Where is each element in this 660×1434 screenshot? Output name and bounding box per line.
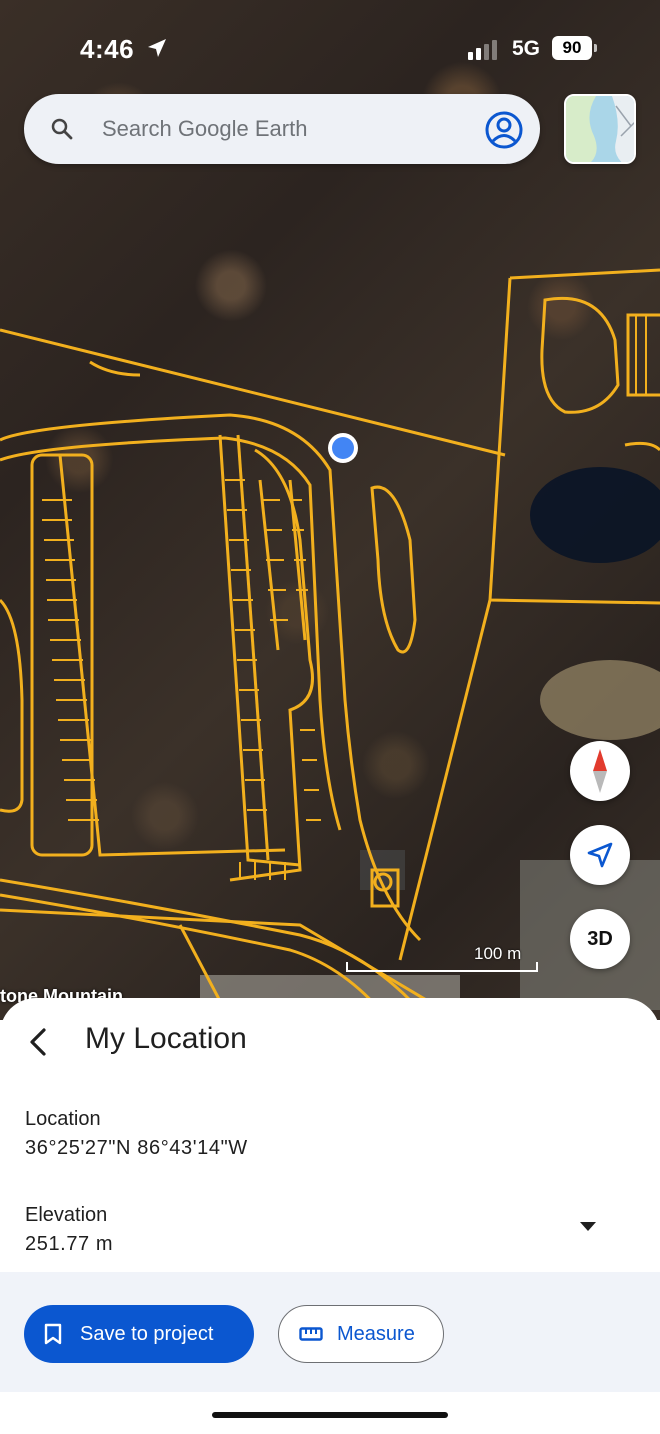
search-bar[interactable]	[24, 94, 540, 164]
map-thumbnail-icon	[566, 96, 634, 162]
map-layers-button[interactable]	[564, 94, 636, 164]
battery-icon: 90	[552, 36, 592, 60]
compass-icon	[593, 749, 607, 793]
ruler-icon	[299, 1327, 323, 1341]
sheet-title: My Location	[85, 1022, 247, 1055]
measure-button[interactable]: Measure	[278, 1305, 444, 1363]
elevation-value: 251.77 m	[25, 1233, 114, 1255]
location-sheet: My Location Location 36°25'27"N 86°43'14…	[0, 998, 660, 1434]
measure-label: Measure	[337, 1322, 415, 1345]
compass-button[interactable]	[570, 741, 630, 801]
toggle-3d-button[interactable]: 3D	[570, 909, 630, 969]
status-time: 4:46	[80, 34, 135, 64]
location-value: 36°25'27"N 86°43'14"W	[25, 1137, 248, 1159]
account-circle-icon[interactable]	[484, 110, 524, 150]
search-input[interactable]	[102, 108, 472, 150]
network-type: 5G	[512, 37, 541, 60]
caret-down-icon[interactable]	[578, 1220, 598, 1232]
signal-icon	[468, 40, 497, 60]
chevron-left-icon	[30, 1028, 46, 1056]
battery-tip	[594, 44, 597, 52]
scale-bar	[346, 962, 538, 972]
status-bar: 4:46 5G 90	[0, 0, 660, 90]
back-button[interactable]	[18, 1022, 58, 1062]
home-indicator[interactable]	[212, 1412, 448, 1418]
save-to-project-label: Save to project	[80, 1322, 214, 1345]
elevation-label: Elevation	[25, 1204, 108, 1226]
my-location-button[interactable]	[570, 825, 630, 885]
search-icon[interactable]	[50, 117, 74, 141]
bookmark-icon	[44, 1323, 62, 1345]
scale-label: 100 m	[474, 944, 522, 963]
navigation-arrow-icon	[587, 842, 613, 868]
save-to-project-button[interactable]: Save to project	[24, 1305, 254, 1363]
my-location-dot[interactable]	[325, 430, 361, 466]
location-arrow-icon	[148, 39, 166, 57]
location-label: Location	[25, 1108, 101, 1130]
action-bar: Save to project Measure	[0, 1272, 660, 1392]
